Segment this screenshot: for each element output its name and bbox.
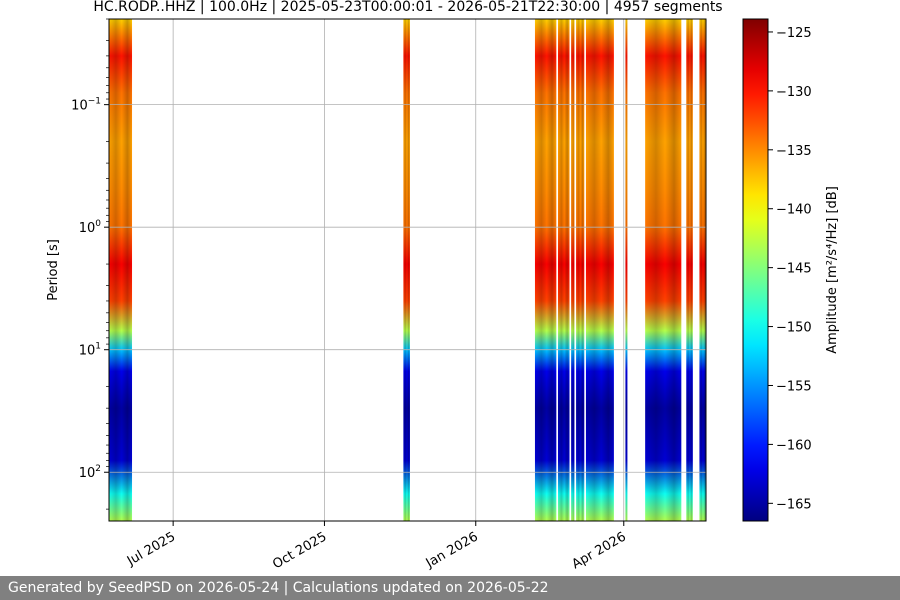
data-period-texture	[534, 19, 557, 521]
y-tick-label: 10−1	[71, 97, 101, 114]
colorbar-tick-label: −155	[776, 379, 812, 394]
colorbar-tick-label: −125	[776, 26, 812, 41]
x-tick-label: Oct 2025	[270, 529, 329, 572]
footer-bar: Generated by SeedPSD on 2026-05-24 | Cal…	[0, 576, 900, 600]
y-axis: 10−1 100 101 102	[71, 18, 109, 510]
colorbar-gradient	[742, 18, 769, 522]
data-period-texture	[571, 19, 575, 521]
colorbar-tick-label: −165	[776, 497, 812, 512]
x-tick-label: Jan 2026	[423, 529, 481, 571]
colorbar-tick-label: −150	[776, 321, 812, 336]
psd-spectrogram-figure: HC.RODP..HHZ | 100.0Hz | 2025-05-23T00:0…	[46, 0, 840, 572]
chart-title: HC.RODP..HHZ | 100.0Hz | 2025-05-23T00:0…	[93, 0, 722, 15]
colorbar-tick-label: −130	[776, 85, 812, 100]
colorbar-label: Amplitude [m²/s⁴/Hz] [dB]	[825, 186, 840, 354]
data-period-texture	[645, 19, 682, 521]
x-tick-label: Jul 2025	[124, 529, 178, 569]
data-period-texture	[576, 19, 585, 521]
x-tick-label: Apr 2026	[570, 529, 629, 572]
data-period-texture	[403, 19, 410, 521]
data-period-texture	[686, 19, 693, 521]
colorbar: −125 −130 −135 −140 −145 −150 −155 −160 −165	[742, 18, 812, 522]
y-axis-label: Period [s]	[46, 239, 61, 301]
x-axis: Jul 2025 Oct 2025 Jan 2026 Apr 2026	[124, 521, 629, 572]
data-period-texture	[109, 19, 133, 521]
heatmap	[109, 19, 706, 521]
colorbar-tick-label: −160	[776, 438, 812, 453]
data-period-texture	[625, 19, 628, 521]
data-period-texture	[699, 19, 706, 521]
y-tick-label: 102	[79, 464, 101, 481]
colorbar-tick-label: −135	[776, 144, 812, 159]
y-tick-label: 100	[79, 219, 102, 236]
y-tick-label: 101	[79, 342, 101, 359]
colorbar-tick-label: −145	[776, 262, 812, 277]
colorbar-tick-label: −140	[776, 203, 812, 218]
data-period-texture	[585, 19, 614, 521]
data-period-texture	[557, 19, 570, 521]
